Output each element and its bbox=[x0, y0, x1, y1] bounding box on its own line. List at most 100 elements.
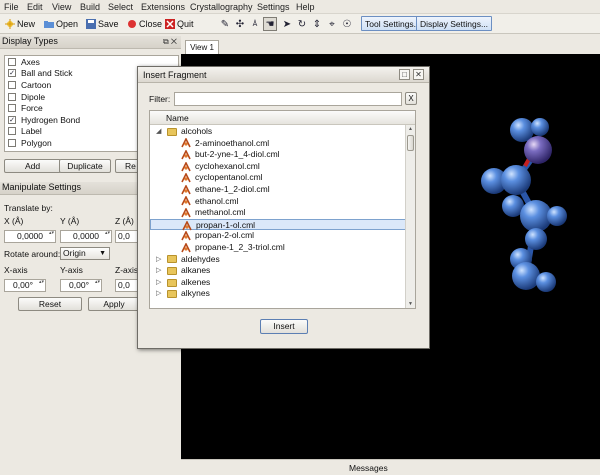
tree-scrollbar[interactable]: ▲ ▼ bbox=[405, 125, 415, 308]
quit-button[interactable]: Quit bbox=[165, 17, 194, 31]
save-button[interactable]: Save bbox=[86, 17, 119, 31]
tree-file-item[interactable]: propane-1_2_3-triol.cml bbox=[150, 241, 406, 254]
tree-file-item[interactable]: cyclopentanol.cml bbox=[150, 172, 406, 184]
tree-file-item[interactable]: ethane-1_2-diol.cml bbox=[150, 183, 406, 196]
messages-bar[interactable]: Messages bbox=[181, 459, 600, 475]
tree-file-item[interactable]: but-2-yne-1_4-diol.cml bbox=[150, 149, 406, 161]
display-type-checkbox[interactable] bbox=[8, 57, 16, 66]
molecule-file-icon bbox=[182, 219, 192, 231]
collapsed-arrow-icon[interactable]: ▷ bbox=[156, 254, 161, 266]
menu-help[interactable]: Help bbox=[296, 2, 315, 12]
scroll-thumb[interactable] bbox=[407, 135, 414, 151]
rotate-around-value: Origin bbox=[63, 248, 86, 258]
rotate-around-select[interactable]: Origin ▼ bbox=[60, 247, 110, 260]
menu-crystallography[interactable]: Crystallography bbox=[190, 2, 253, 12]
new-button[interactable]: New bbox=[5, 17, 35, 31]
tree-file-item[interactable]: 2-aminoethanol.cml bbox=[150, 137, 406, 150]
menu-settings[interactable]: Settings bbox=[257, 2, 290, 12]
display-type-checkbox[interactable]: ✓ bbox=[8, 115, 16, 124]
menu-view[interactable]: View bbox=[52, 2, 71, 12]
menu-edit[interactable]: Edit bbox=[27, 2, 43, 12]
tree-folder-item[interactable]: ▷ aldehydes bbox=[150, 254, 406, 266]
tree-column-name: Name bbox=[166, 113, 189, 123]
select-tool-icon[interactable]: ➤ bbox=[280, 17, 294, 31]
display-type-label: Polygon bbox=[21, 137, 52, 148]
folder-icon bbox=[167, 266, 177, 275]
dock-float-close-icon[interactable]: ⧉ ✕ bbox=[163, 37, 177, 47]
apply-button[interactable]: Apply bbox=[88, 297, 140, 311]
tree-item-label: cyclopentanol.cml bbox=[195, 172, 263, 183]
scroll-up-icon[interactable]: ▲ bbox=[408, 126, 413, 132]
menu-extensions[interactable]: Extensions bbox=[141, 2, 185, 12]
collapsed-arrow-icon[interactable]: ▷ bbox=[156, 277, 161, 289]
quit-label: Quit bbox=[177, 19, 194, 29]
y-translate-input[interactable]: 0,0000 bbox=[60, 230, 112, 243]
tree-folder-item[interactable]: ▷ alkenes bbox=[150, 277, 406, 289]
display-type-checkbox[interactable] bbox=[8, 92, 16, 101]
x-axis-label: X-axis bbox=[4, 265, 28, 275]
collapsed-arrow-icon[interactable]: ▷ bbox=[156, 265, 161, 277]
molecule-file-icon bbox=[181, 149, 191, 160]
tree-item-label: alcohols bbox=[181, 126, 213, 136]
collapsed-arrow-icon[interactable]: ▷ bbox=[156, 288, 161, 300]
tree-folder-item[interactable]: ▷ alkynes bbox=[150, 288, 406, 300]
tree-file-item[interactable]: cyclohexanol.cml bbox=[150, 160, 406, 173]
dialog-title: Insert Fragment bbox=[143, 70, 207, 80]
quit-icon bbox=[165, 19, 175, 29]
tree-file-item[interactable]: propan-1-ol.cml bbox=[150, 218, 406, 231]
filter-input[interactable] bbox=[174, 92, 402, 106]
menu-select[interactable]: Select bbox=[108, 2, 133, 12]
tree-file-item[interactable]: propan-2-ol.cml bbox=[150, 230, 406, 242]
draw-tool-icon[interactable]: ✎ bbox=[218, 17, 232, 31]
display-type-checkbox[interactable] bbox=[8, 127, 16, 136]
x-axis-input[interactable]: 0,00° bbox=[4, 279, 46, 292]
folder-icon bbox=[167, 255, 177, 264]
autoopt-tool-icon[interactable]: ⌖ bbox=[325, 17, 339, 31]
z-label: Z (Å) bbox=[115, 216, 134, 226]
tab-view-1[interactable]: View 1 bbox=[185, 40, 219, 54]
atoms bbox=[481, 118, 567, 292]
align-tool-icon[interactable]: ⇕ bbox=[310, 17, 324, 31]
maximize-icon[interactable]: □ bbox=[399, 69, 410, 80]
menu-build[interactable]: Build bbox=[80, 2, 100, 12]
duplicate-button[interactable]: Duplicate bbox=[59, 159, 111, 173]
y-axis-input[interactable]: 0,00° bbox=[60, 279, 102, 292]
display-type-checkbox[interactable] bbox=[8, 138, 16, 147]
tree-file-item[interactable]: ethanol.cml bbox=[150, 195, 406, 208]
molecule-file-icon bbox=[181, 241, 191, 253]
manipulate-tool-icon[interactable]: ☚ bbox=[263, 17, 277, 31]
tree-header: Name bbox=[150, 111, 415, 125]
close-button[interactable]: Close bbox=[127, 17, 162, 31]
insert-fragment-dialog: Insert Fragment □ ✕ Filter: X Name ◢ alco… bbox=[137, 66, 430, 349]
tree-folder-alcohols[interactable]: ◢ alcohols bbox=[150, 126, 406, 138]
autorotate-tool-icon[interactable]: ☉ bbox=[340, 17, 354, 31]
view-tab-bar: View 1 bbox=[181, 34, 600, 54]
molecule-file-icon bbox=[181, 183, 191, 195]
display-type-label: Hydrogen Bond bbox=[21, 114, 81, 125]
insert-button[interactable]: Insert bbox=[260, 319, 308, 334]
open-button[interactable]: Open bbox=[44, 17, 78, 31]
scroll-down-icon[interactable]: ▼ bbox=[408, 301, 413, 307]
tree-item-label: methanol.cml bbox=[195, 207, 246, 218]
tree-folder-item[interactable]: ▷ alkanes bbox=[150, 265, 406, 277]
y-label: Y (Å) bbox=[60, 216, 80, 226]
tree-file-item[interactable]: methanol.cml bbox=[150, 207, 406, 219]
display-type-checkbox[interactable] bbox=[8, 80, 16, 89]
navigate-tool-icon[interactable]: ✣ bbox=[233, 17, 247, 31]
manipulate-settings-title: Manipulate Settings bbox=[2, 182, 82, 192]
measure-tool-icon[interactable]: Å bbox=[248, 17, 262, 31]
display-type-checkbox[interactable] bbox=[8, 104, 16, 113]
fragment-tree: Name ◢ alcohols 2-aminoethanol.cml but-2-yn… bbox=[149, 110, 416, 309]
display-settings-button[interactable]: Display Settings... bbox=[416, 16, 493, 31]
expanded-arrow-icon[interactable]: ◢ bbox=[156, 126, 161, 138]
reset-button[interactable]: Reset bbox=[18, 297, 82, 311]
close-dialog-icon[interactable]: ✕ bbox=[413, 69, 424, 80]
rotate-tool-icon[interactable]: ↻ bbox=[295, 17, 309, 31]
messages-label: Messages bbox=[349, 463, 388, 473]
filter-clear-button[interactable]: X bbox=[405, 92, 417, 105]
folder-icon bbox=[167, 290, 177, 299]
x-translate-input[interactable]: 0,0000 bbox=[4, 230, 56, 243]
display-type-checkbox[interactable]: ✓ bbox=[8, 69, 16, 78]
menu-file[interactable]: File bbox=[4, 2, 19, 12]
add-button[interactable]: Add bbox=[4, 159, 61, 173]
